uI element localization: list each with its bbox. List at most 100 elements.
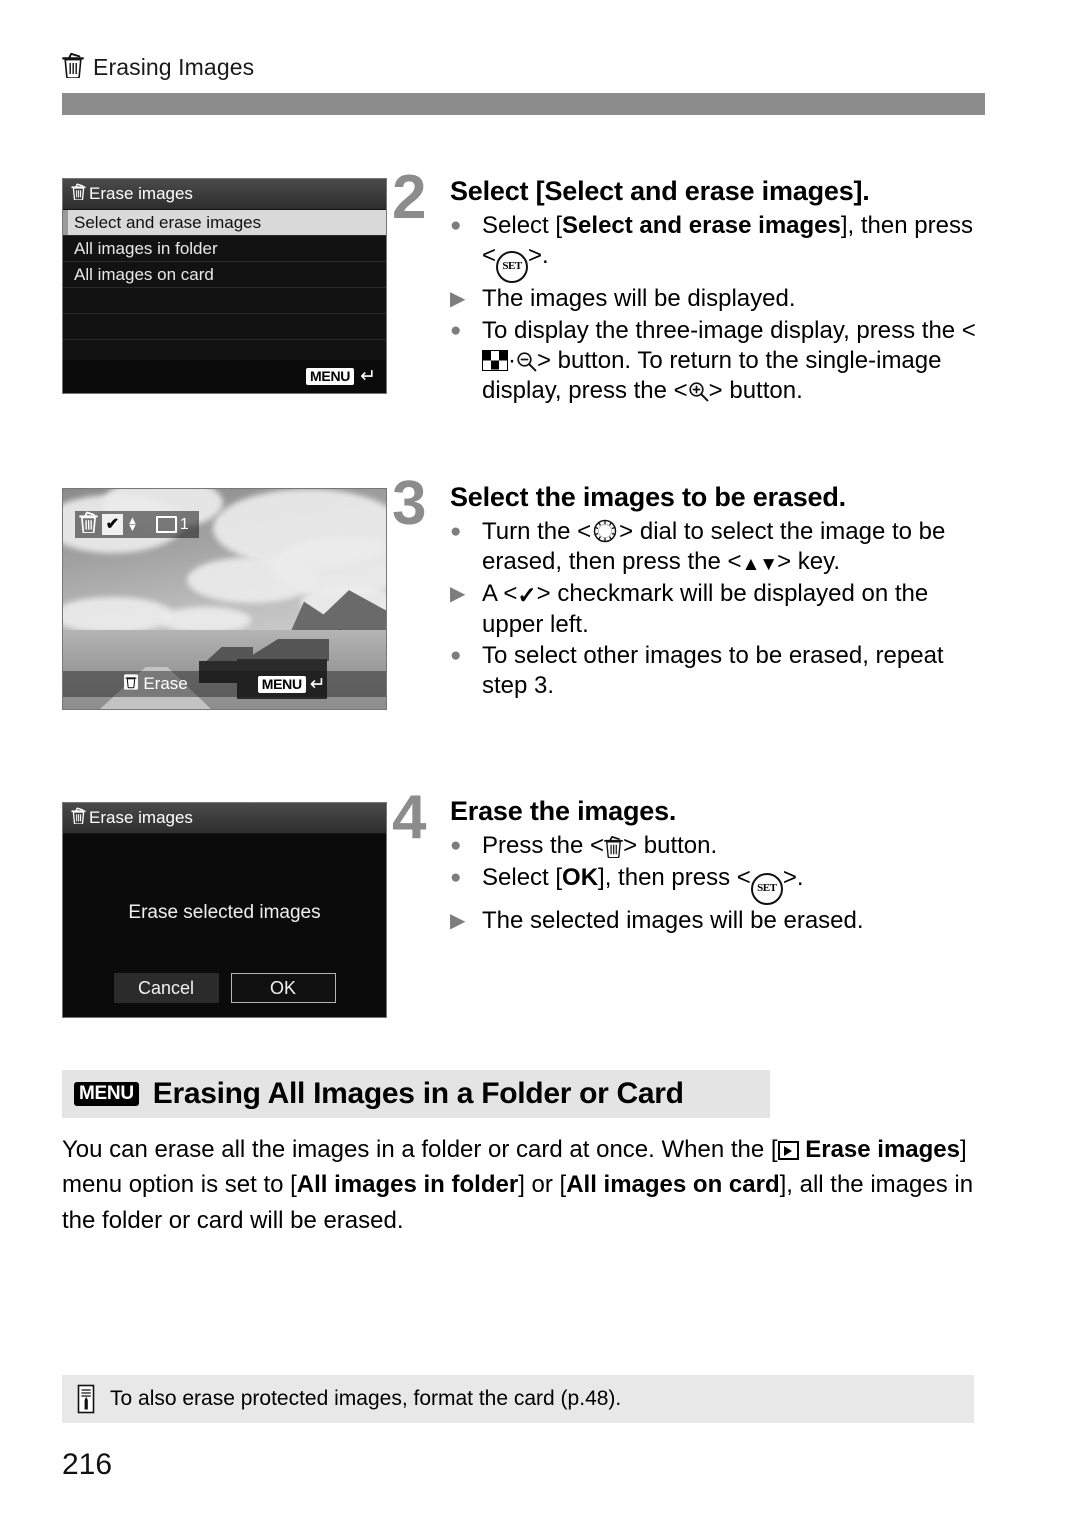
image-frame-icon [155, 516, 177, 533]
menu-button-badge[interactable]: MENU [306, 368, 355, 385]
frame-counter: 1 [155, 515, 189, 534]
section-heading: MENU Erasing All Images in a Folder or C… [62, 1070, 770, 1118]
magnify-plus-icon [688, 380, 709, 402]
trash-icon [79, 511, 98, 538]
updown-key-icon: ▲▼ [741, 554, 779, 576]
step-number: 4 [392, 783, 427, 852]
menu-item-all-images-on-card[interactable]: All images on card [63, 262, 386, 288]
erase-label: Erase [143, 674, 188, 693]
menu-item-select-and-erase[interactable]: Select and erase images [63, 210, 386, 236]
index-display-icon [482, 349, 508, 371]
bullet-triangle-icon: ▶ [450, 582, 466, 605]
screenshot-erase-images-menu: Erase images Select and erase images All… [62, 178, 387, 394]
trash-icon [71, 807, 86, 829]
trash-icon [62, 52, 84, 83]
erase-hint[interactable]: Erase [123, 673, 188, 696]
step-2: 2 Select [Select and erase images]. ● Se… [392, 167, 992, 407]
bullet-text: Select [Select and erase images], then p… [482, 211, 992, 284]
bullet-dot-icon: ● [450, 215, 462, 237]
step-4: 4 Erase the images. ● Press the < > butto… [392, 787, 992, 937]
dialog-body: Erase selected images Cancel OK [63, 834, 386, 1017]
bullet-item: ● Turn the < > dial to select the image t… [450, 517, 992, 577]
bullet-text: The selected images will be erased. [482, 906, 864, 934]
footnote-bar: To also erase protected images, format t… [62, 1375, 974, 1423]
menu-item-blank [63, 314, 386, 340]
checkmark-box[interactable]: ✔ [102, 514, 123, 535]
bullet-text: To display the three-image display, pres… [482, 316, 976, 405]
page-number: 216 [62, 1448, 113, 1481]
page-header-title: Erasing Images [93, 54, 255, 80]
bullet-triangle-icon: ▶ [450, 909, 466, 932]
step-3: 3 Select the images to be erased. ● Turn… [392, 473, 992, 702]
bullet-item: ▶ The images will be displayed. [450, 284, 992, 314]
bullet-item: ● To display the three-image display, pr… [450, 316, 992, 407]
dialog-buttons: Cancel OK [63, 973, 386, 1003]
bullet-dot-icon: ● [450, 644, 462, 666]
bullet-item: ● Press the < > button. [450, 831, 992, 862]
step-heading: Select [Select and erase images]. [450, 176, 870, 206]
note-icon [76, 1384, 98, 1414]
trash-icon [71, 183, 86, 205]
playback-tab-icon [777, 1141, 799, 1160]
bullet-item: ▶ The selected images will be erased. [450, 906, 992, 936]
footnote-text: To also erase protected images, format t… [110, 1387, 622, 1410]
magnify-minus-icon [516, 350, 537, 372]
menu-item-label: All images in folder [74, 238, 218, 258]
image-select-status-bar: ✔ ▲ ▼ 1 [75, 511, 199, 538]
bullet-item: ▶ A <✓> checkmark will be displayed on t… [450, 579, 992, 640]
dial-icon [591, 517, 619, 545]
bullet-text: Turn the < > dial to select the image to … [482, 517, 946, 576]
bullet-text: Select [OK], then press < SET >. [482, 863, 992, 905]
step-heading: Erase the images. [450, 796, 677, 826]
screenshot-erase-confirm-dialog: Erase images Erase selected images Cance… [62, 802, 387, 1018]
step-bullets: ● Select [Select and erase images], then… [450, 211, 992, 406]
bullet-text: Press the < > button. [482, 831, 992, 862]
bullet-dot-icon: ● [450, 521, 462, 543]
menu-item-label: All images on card [74, 264, 214, 284]
step-bullets: ● Turn the < > dial to select the image t… [450, 517, 992, 701]
menu-hint[interactable]: MENU ↵ [257, 675, 326, 694]
lcd-title-text: Erase images [89, 808, 193, 827]
menu-item-label: Select and erase images [74, 212, 262, 232]
step-bullets: ● Press the < > button. ● Select [OK], th… [450, 831, 992, 936]
dialog-message: Erase selected images [128, 902, 321, 923]
bullet-item: ● Select [OK], then press < SET >. [450, 863, 992, 905]
screenshot-image-selection: ✔ ▲ ▼ 1 Erase MENU ↵ [62, 488, 387, 710]
cancel-button[interactable]: Cancel [113, 973, 219, 1003]
lcd-title-text: Erase images [89, 184, 193, 203]
lcd-title-bar: Erase images [63, 179, 386, 210]
page-header: Erasing Images [62, 52, 254, 83]
image-select-footer-bar: Erase MENU ↵ [63, 671, 386, 697]
bullet-item: ● Select [Select and erase images], then… [450, 211, 992, 284]
trash-icon [123, 673, 139, 696]
lcd-footer-bar: MENU ↵ [63, 360, 386, 393]
step-heading: Select the images to be erased. [450, 482, 846, 512]
menu-item-all-images-in-folder[interactable]: All images in folder [63, 236, 386, 262]
return-arrow-icon: ↵ [360, 366, 376, 387]
up-down-arrows-icon: ▲ ▼ [127, 514, 138, 534]
menu-button-badge[interactable]: MENU [257, 675, 306, 693]
bullet-dot-icon: ● [450, 319, 462, 341]
erase-menu-list: Select and erase images All images in fo… [63, 210, 386, 366]
bullet-text: To select other images to be erased, rep… [482, 641, 944, 700]
bullet-dot-icon: ● [450, 867, 462, 888]
bullet-text: A <✓> checkmark will be displayed on the… [482, 579, 929, 638]
set-icon: SET [750, 872, 783, 905]
menu-item-blank [63, 288, 386, 314]
frame-count-value: 1 [179, 515, 189, 533]
header-rule [62, 93, 985, 115]
bullet-dot-icon: ● [450, 835, 462, 857]
bullet-text: The images will be displayed. [482, 285, 796, 313]
section-paragraph: You can erase all the images in a folder… [62, 1136, 974, 1234]
menu-button-badge: MENU [74, 1082, 139, 1106]
bullet-item: ● To select other images to be erased, r… [450, 641, 992, 701]
checkmark-icon: ✓ [517, 581, 537, 608]
step-number: 2 [392, 163, 427, 232]
bullet-triangle-icon: ▶ [450, 288, 466, 311]
set-icon: SET [496, 251, 529, 284]
lcd-title-bar: Erase images [63, 803, 386, 834]
ok-button[interactable]: OK [230, 973, 336, 1003]
step-number: 3 [392, 469, 427, 538]
trash-icon [604, 832, 623, 862]
section-title: Erasing All Images in a Folder or Card [152, 1077, 684, 1110]
